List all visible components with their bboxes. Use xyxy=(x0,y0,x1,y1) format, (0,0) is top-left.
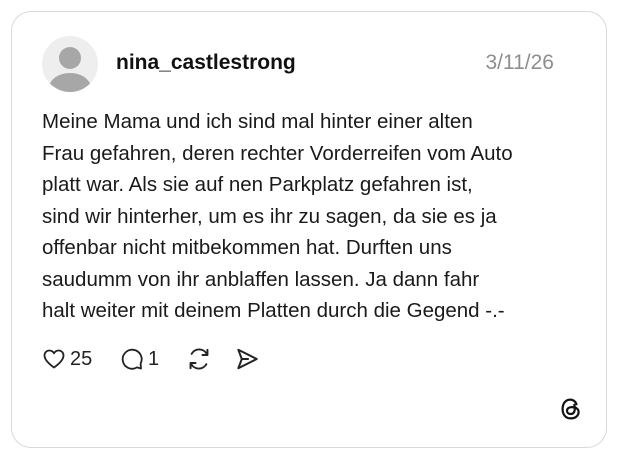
heart-icon xyxy=(43,349,65,369)
send-icon xyxy=(237,348,258,370)
threads-logo-icon xyxy=(561,398,580,420)
repost-icon xyxy=(189,348,209,370)
comment-bubble-icon xyxy=(121,348,143,370)
avatar-body-shape xyxy=(49,73,91,92)
post-date: 3/11/26 xyxy=(485,51,554,74)
post-text-line: offenbar nicht mitbekommen hat. Durften … xyxy=(42,236,452,259)
avatar-head-shape xyxy=(59,47,81,69)
post-text-line: halt weiter mit deinem Platten durch die… xyxy=(42,299,505,322)
post-text-line: platt war. Als sie auf nen Parkplatz gef… xyxy=(42,173,473,196)
post-text-line: Meine Mama und ich sind mal hinter einer… xyxy=(42,110,473,133)
reply-count: 1 xyxy=(148,347,160,370)
post-text-line: sind wir hinterher, um es ihr zu sagen, … xyxy=(42,204,497,228)
share-button[interactable] xyxy=(234,344,260,374)
like-button[interactable]: 25 xyxy=(42,344,92,374)
repost-button[interactable] xyxy=(186,344,212,374)
reply-button[interactable]: 1 xyxy=(120,344,159,374)
username[interactable]: nina_castlestrong xyxy=(116,50,296,76)
avatar[interactable] xyxy=(42,36,98,92)
like-count: 25 xyxy=(70,347,93,370)
post-text-line: saudumm von ihr anblaffen lassen. Ja dan… xyxy=(42,267,480,291)
post-text-line: Frau gefahren, deren rechter Vorderreife… xyxy=(42,141,513,165)
post-text: Meine Mama und ich sind mal hinter einer… xyxy=(42,106,582,327)
